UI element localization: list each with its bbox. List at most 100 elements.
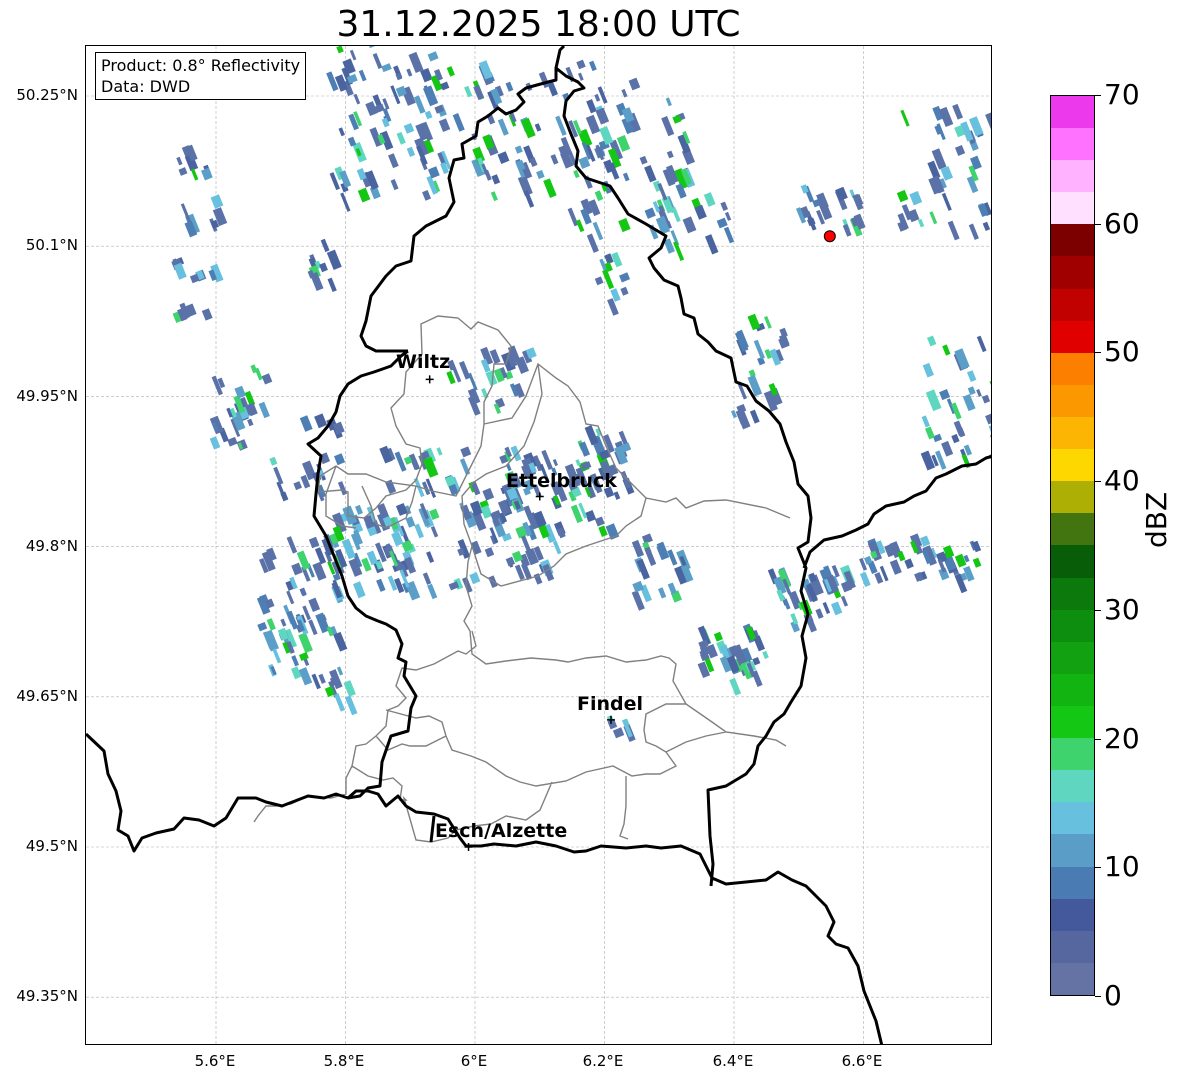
echo-cell bbox=[658, 587, 667, 599]
echo-cell bbox=[227, 436, 238, 447]
echo-cell bbox=[427, 583, 438, 600]
colorbar-tick-mark bbox=[1095, 867, 1101, 869]
reflectivity-echoes bbox=[171, 46, 992, 743]
echo-cell bbox=[972, 557, 982, 568]
colorbar-tick-mark bbox=[1095, 996, 1101, 997]
echo-cell bbox=[291, 562, 303, 576]
echo-cell bbox=[490, 191, 498, 202]
lon-label: 6.6°E bbox=[841, 1052, 883, 1070]
echo-cell bbox=[874, 572, 884, 584]
colorbar-bin bbox=[1051, 930, 1094, 963]
echo-cell bbox=[917, 218, 925, 228]
echo-cell bbox=[639, 155, 648, 165]
echo-cell bbox=[261, 373, 273, 385]
echo-cell bbox=[430, 526, 439, 538]
echo-cell bbox=[575, 459, 581, 466]
echo-cell bbox=[842, 223, 852, 237]
colorbar-bin bbox=[1051, 673, 1094, 707]
echo-cell bbox=[716, 217, 728, 229]
echo-cell bbox=[484, 547, 495, 558]
echo-cell bbox=[955, 145, 966, 156]
echo-cell bbox=[904, 558, 914, 569]
echo-cell bbox=[482, 487, 495, 501]
echo-cell bbox=[985, 111, 991, 131]
echo-cell bbox=[967, 386, 976, 396]
echo-cell bbox=[947, 220, 960, 241]
echo-cell bbox=[925, 389, 942, 412]
echo-cell bbox=[505, 81, 514, 92]
echo-cell bbox=[336, 46, 344, 54]
colorbar-bin bbox=[1051, 95, 1094, 129]
colorbar-tick-mark bbox=[1095, 95, 1101, 96]
echo-cell bbox=[982, 221, 991, 232]
echo-cell bbox=[731, 409, 738, 419]
echo-cell bbox=[406, 146, 416, 157]
colorbar-tick-label: 10 bbox=[1104, 850, 1140, 884]
echo-cell bbox=[613, 491, 621, 500]
radar-map[interactable] bbox=[85, 45, 992, 1045]
echo-cell bbox=[438, 118, 451, 132]
echo-cell bbox=[586, 99, 597, 114]
echo-cell bbox=[951, 433, 960, 444]
echo-cell bbox=[724, 211, 732, 221]
colorbar-bin bbox=[1051, 577, 1094, 610]
echo-cell bbox=[334, 693, 346, 712]
echo-cell bbox=[298, 632, 313, 654]
echo-cell bbox=[366, 46, 377, 49]
echo-cell bbox=[381, 63, 392, 73]
echo-cell bbox=[584, 425, 599, 446]
echo-cell bbox=[644, 207, 656, 219]
echo-cell bbox=[753, 339, 765, 360]
echo-cell bbox=[611, 251, 623, 268]
lat-label: 49.95°N bbox=[16, 387, 78, 405]
echo-cell bbox=[357, 187, 371, 203]
echo-cell bbox=[991, 346, 992, 365]
lat-label: 49.8°N bbox=[25, 537, 78, 555]
colorbar-bin bbox=[1051, 192, 1094, 225]
echo-cell bbox=[941, 440, 954, 457]
city-marker bbox=[425, 375, 434, 384]
echo-cell bbox=[631, 539, 645, 558]
echo-cell bbox=[326, 249, 342, 270]
echo-cell bbox=[578, 72, 584, 81]
echo-cell bbox=[588, 60, 597, 72]
echo-cell bbox=[989, 378, 991, 400]
echo-cell bbox=[341, 538, 356, 560]
echo-cell bbox=[644, 546, 657, 566]
echo-cell bbox=[967, 370, 977, 382]
echo-cell bbox=[900, 109, 910, 127]
colorbar-bin bbox=[1051, 802, 1094, 835]
echo-cell bbox=[889, 559, 902, 575]
echo-cell bbox=[414, 523, 424, 539]
echo-cell bbox=[592, 221, 604, 241]
echo-cell bbox=[319, 262, 328, 273]
echo-cell bbox=[209, 436, 221, 450]
echo-cell bbox=[266, 618, 276, 631]
echo-cell bbox=[921, 415, 930, 428]
echo-cell bbox=[459, 458, 471, 476]
echo-cell bbox=[585, 114, 601, 135]
lat-label: 49.65°N bbox=[16, 687, 78, 705]
echo-cell bbox=[927, 335, 937, 347]
echo-cell bbox=[355, 504, 363, 515]
echo-cell bbox=[990, 432, 991, 451]
colorbar-bin bbox=[1051, 706, 1094, 739]
echo-cell bbox=[436, 447, 443, 456]
echo-cell bbox=[190, 168, 199, 181]
echo-cell bbox=[840, 595, 849, 607]
echo-cell bbox=[332, 573, 341, 582]
colorbar-label: dBZ bbox=[1140, 491, 1173, 548]
echo-cell bbox=[909, 191, 923, 206]
echo-cell bbox=[586, 233, 599, 253]
echo-cell bbox=[497, 151, 510, 164]
echo-cell bbox=[723, 226, 735, 244]
echo-cell bbox=[258, 401, 270, 419]
echo-cell bbox=[334, 453, 346, 466]
echo-cell bbox=[286, 536, 298, 554]
colorbar-bin bbox=[1051, 738, 1094, 771]
echo-cell bbox=[594, 93, 601, 102]
colorbar-bin bbox=[1051, 384, 1094, 418]
echo-cell bbox=[594, 276, 604, 286]
echo-cell bbox=[644, 165, 657, 183]
echo-cell bbox=[597, 86, 608, 104]
